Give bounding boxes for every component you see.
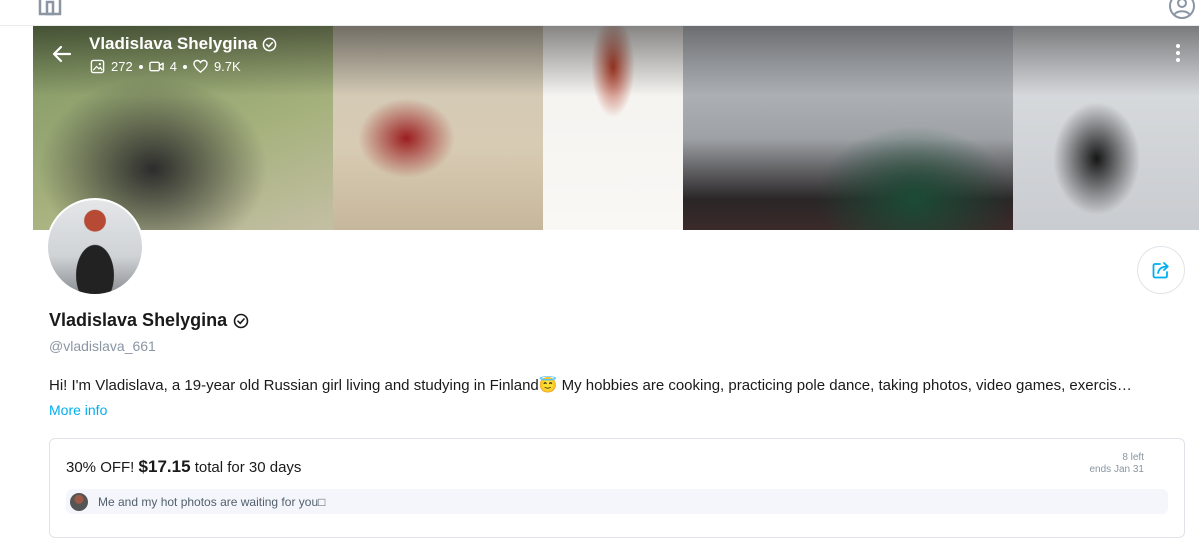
separator-dot — [182, 64, 187, 69]
profile-handle: @vladislava_661 — [49, 338, 156, 354]
offer-ends: ends Jan 31 — [1089, 464, 1145, 475]
account-icon[interactable] — [1168, 0, 1196, 20]
top-navigation-bar — [0, 0, 1199, 26]
discount-label: 30% OFF! — [66, 459, 135, 476]
likes-count: 9.7K — [213, 59, 241, 74]
videos-stat: 4 — [148, 59, 177, 74]
more-info-link[interactable]: More info — [49, 402, 107, 418]
separator-dot — [138, 64, 143, 69]
subscription-offer: 30% OFF! $17.15 total for 30 days — [66, 457, 301, 477]
videos-count: 4 — [169, 59, 177, 74]
video-icon — [148, 61, 164, 72]
share-icon — [1152, 262, 1169, 279]
subscription-message-text: Me and my hot photos are waiting for you… — [98, 494, 326, 509]
verified-icon — [262, 37, 277, 51]
kebab-menu-icon[interactable] — [1174, 44, 1182, 62]
profile-bio: Hi! I'm Vladislava, a 19-year old Russia… — [49, 377, 1132, 394]
home-icon[interactable] — [36, 0, 64, 16]
avatar — [70, 492, 88, 511]
cover-profile-name: Vladislava Shelygina — [89, 34, 277, 54]
photos-count: 272 — [111, 59, 133, 74]
offer-left: 8 left — [1122, 452, 1144, 463]
profile-stats: 272 4 9.7K — [90, 59, 241, 74]
back-arrow-icon[interactable] — [52, 44, 72, 64]
profile-cover-image — [33, 26, 1199, 230]
subscription-card: 30% OFF! $17.15 total for 30 days 8 left… — [49, 438, 1185, 538]
subscription-price: $17.15 — [138, 457, 191, 476]
photos-stat: 272 — [90, 59, 133, 74]
profile-name: Vladislava Shelygina — [49, 310, 249, 331]
likes-stat: 9.7K — [193, 59, 241, 74]
share-button[interactable] — [1137, 246, 1185, 294]
offer-meta: 8 left ends Jan 31 — [1090, 452, 1145, 476]
cover-name-text: Vladislava Shelygina — [89, 34, 258, 53]
image-icon — [90, 59, 105, 74]
subscription-message: Me and my hot photos are waiting for you… — [66, 489, 1168, 514]
avatar[interactable] — [46, 198, 144, 296]
heart-icon — [193, 59, 208, 74]
subscription-period: total for 30 days — [194, 459, 302, 476]
verified-icon — [233, 313, 249, 328]
profile-name-text: Vladislava Shelygina — [49, 310, 228, 330]
